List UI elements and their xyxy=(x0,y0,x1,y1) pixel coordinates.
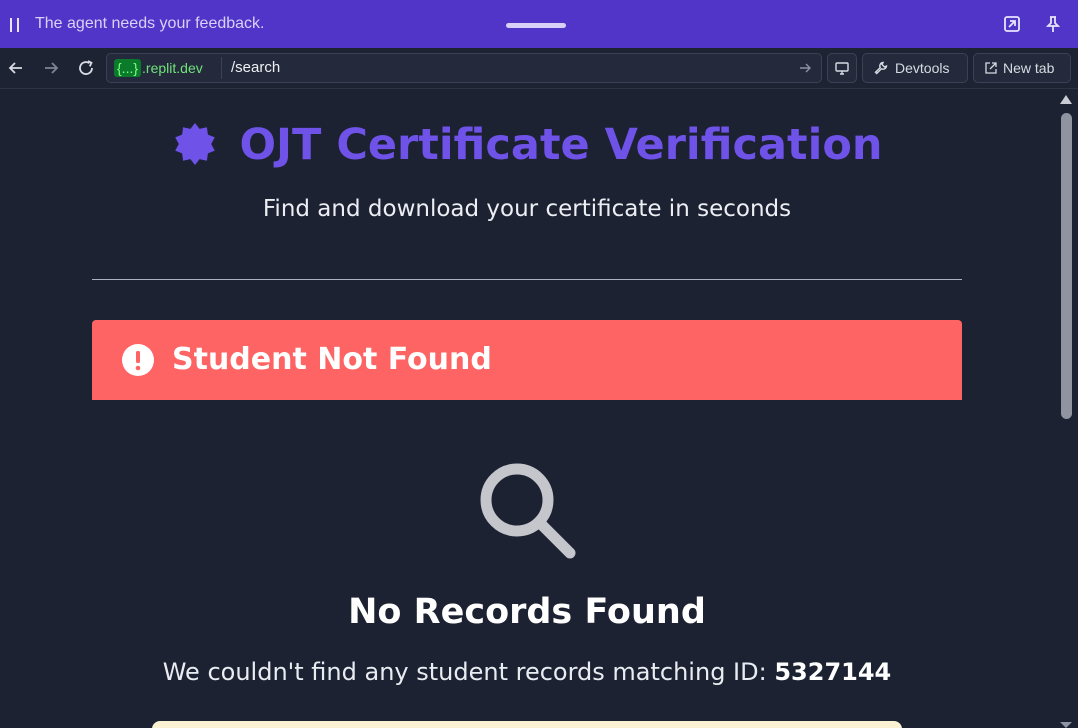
certificate-badge-icon xyxy=(175,123,216,165)
wrench-icon xyxy=(874,61,888,75)
devtools-button[interactable]: Devtools xyxy=(862,53,968,83)
page-title: OJT Certificate Verification xyxy=(239,120,883,170)
no-records-title: No Records Found xyxy=(348,592,706,632)
new-tab-button[interactable]: New tab xyxy=(973,53,1071,83)
url-path[interactable]: /search xyxy=(231,59,280,76)
go-arrow-icon[interactable] xyxy=(797,60,813,76)
info-panel xyxy=(152,721,902,728)
pin-icon[interactable] xyxy=(1043,14,1063,34)
no-records-text: We couldn't find any student records mat… xyxy=(162,658,767,686)
pause-icon[interactable] xyxy=(9,18,21,32)
address-bar[interactable]: {...} .replit.dev /search xyxy=(106,53,822,83)
arrow-left-icon[interactable] xyxy=(6,58,26,78)
browser-toolbar: {...} .replit.dev /search Devtools New t… xyxy=(0,48,1078,89)
searched-id: 5327144 xyxy=(774,658,892,686)
new-tab-label: New tab xyxy=(1003,60,1055,76)
drag-handle[interactable] xyxy=(506,23,566,28)
alert-title: Student Not Found xyxy=(172,342,492,377)
scrollbar-thumb[interactable] xyxy=(1061,113,1072,419)
divider xyxy=(92,279,962,280)
not-found-alert: Student Not Found xyxy=(92,320,962,400)
screen-button[interactable] xyxy=(827,53,857,83)
url-divider xyxy=(221,57,222,79)
scroll-down-arrow[interactable] xyxy=(1060,722,1072,728)
domain-chip: {...} .replit.dev xyxy=(110,57,207,79)
domain-brace: {...} xyxy=(114,59,142,77)
search-icon xyxy=(480,463,576,559)
reload-icon[interactable] xyxy=(76,58,96,78)
window-edge xyxy=(1078,0,1092,728)
open-external-icon[interactable] xyxy=(1002,14,1022,34)
scroll-up-arrow[interactable] xyxy=(1060,95,1072,104)
monitor-icon xyxy=(835,62,849,75)
exclamation-circle-icon xyxy=(122,344,154,376)
page-title-wrap: OJT Certificate Verification xyxy=(171,120,883,170)
agent-feedback-message: The agent needs your feedback. xyxy=(35,15,265,32)
agent-feedback-banner: The agent needs your feedback. xyxy=(0,0,1078,48)
arrow-right-icon[interactable] xyxy=(41,58,61,78)
page-subtitle: Find and download your certificate in se… xyxy=(262,196,792,222)
external-link-icon xyxy=(985,62,997,74)
results-card: No Records Found We couldn't find any st… xyxy=(92,400,962,728)
domain-suffix: .replit.dev xyxy=(142,60,203,76)
no-records-message: We couldn't find any student records mat… xyxy=(92,658,962,686)
devtools-label: Devtools xyxy=(895,60,950,76)
page-header: OJT Certificate Verification xyxy=(0,120,1054,173)
